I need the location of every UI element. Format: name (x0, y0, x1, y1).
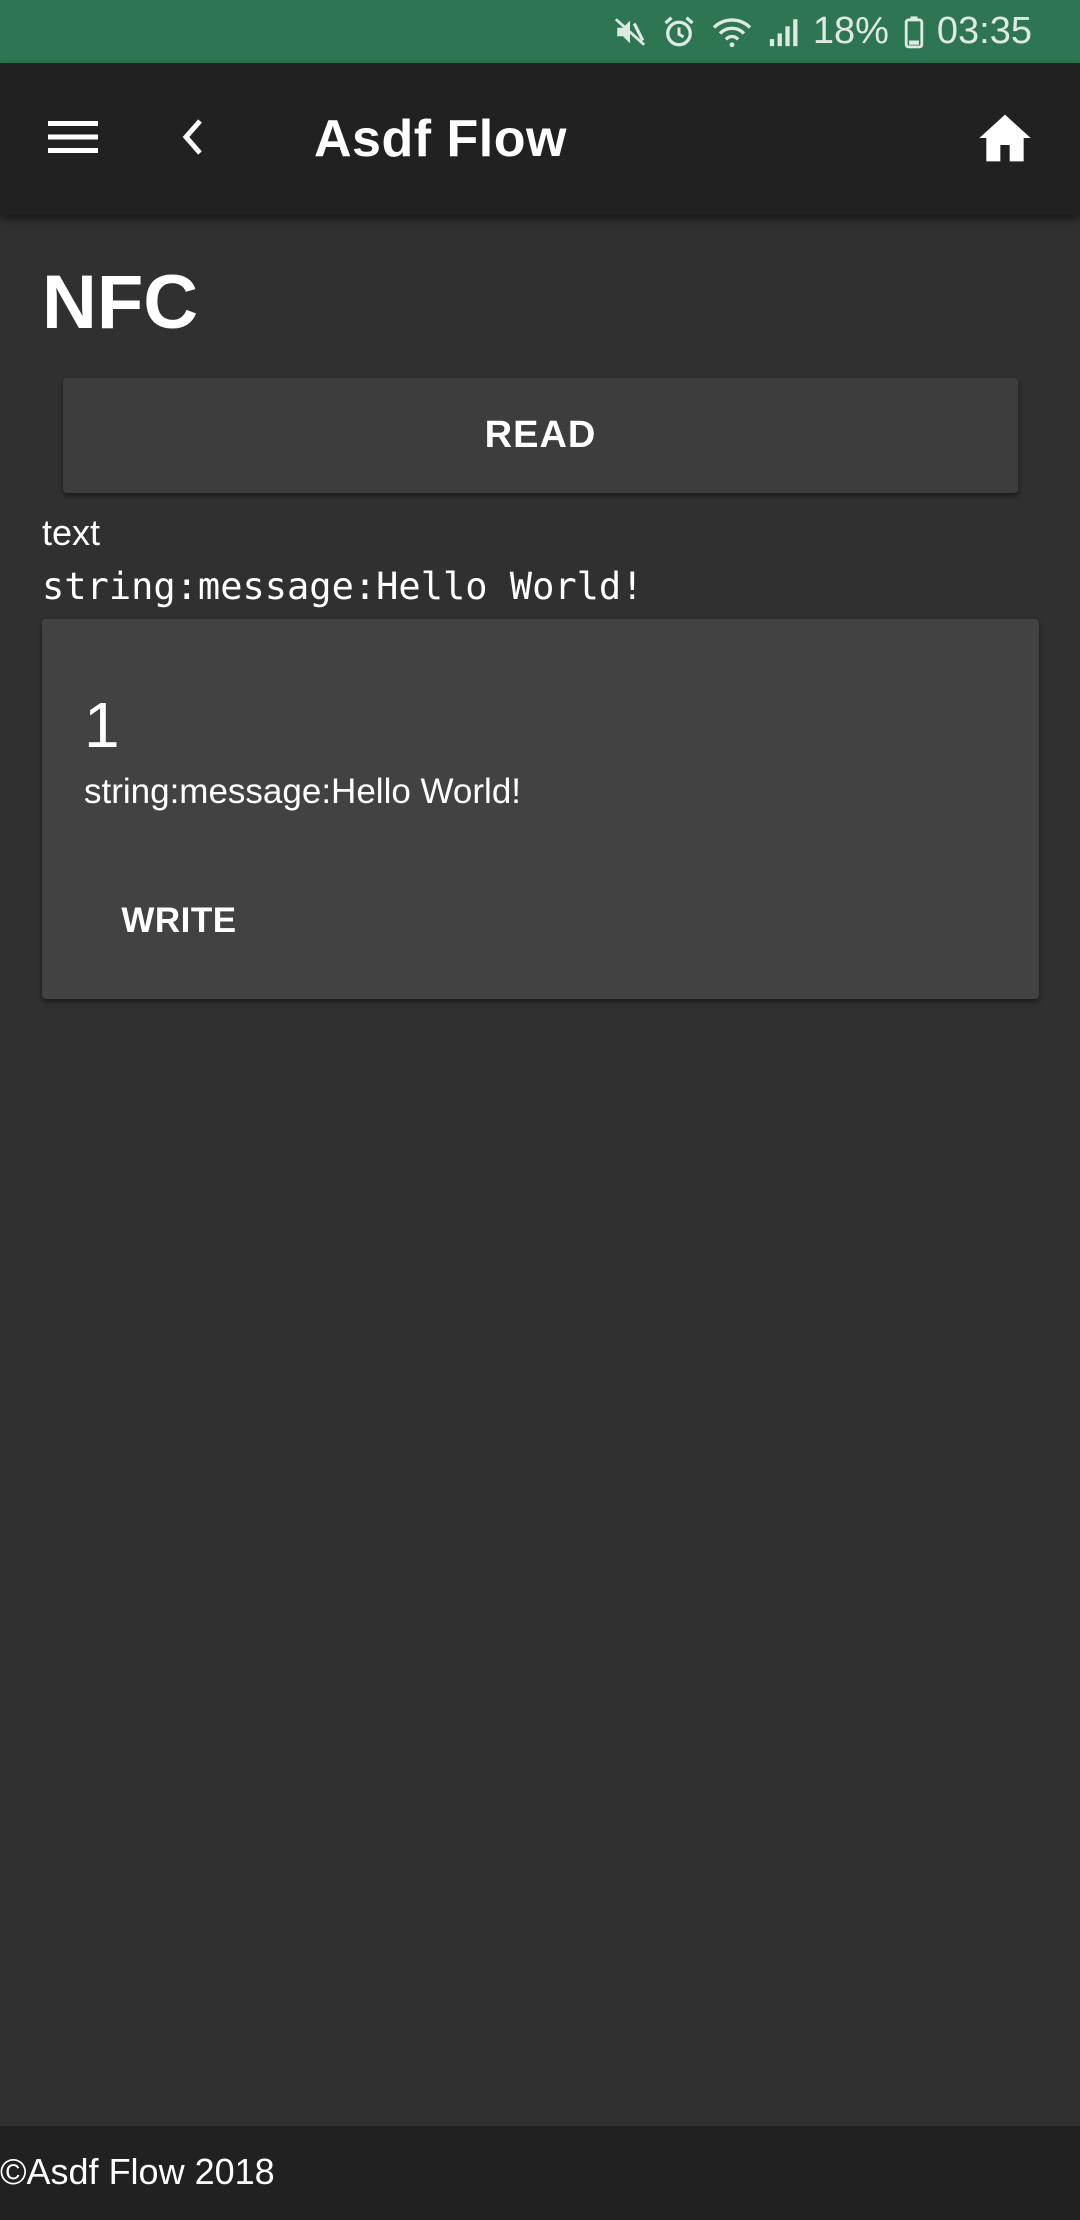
battery-percent: 18% (812, 10, 889, 52)
home-icon (977, 112, 1033, 169)
record-type-label: text (42, 512, 101, 553)
write-button[interactable]: WRITE (84, 883, 274, 959)
page-title: NFC (42, 260, 199, 345)
menu-button[interactable] (36, 107, 110, 171)
wifi-icon (711, 14, 753, 50)
record-card: 1 string:message:Hello World! WRITE (42, 619, 1039, 999)
mute-icon (613, 15, 647, 49)
app-bar: Asdf Flow (0, 63, 1080, 215)
clock: 03:35 (936, 10, 1032, 52)
alarm-icon (661, 14, 697, 50)
battery-icon (903, 15, 925, 49)
signal-icon (767, 15, 801, 49)
back-button[interactable] (160, 107, 224, 171)
status-bar: 18% 03:35 (0, 0, 1080, 63)
record-payload-text: string:message:Hello World! (42, 565, 644, 608)
chevron-left-icon (178, 117, 206, 162)
card-number: 1 (84, 689, 120, 761)
footer: ©Asdf Flow 2018 (0, 2126, 1080, 2220)
footer-copyright: ©Asdf Flow 2018 (0, 2151, 275, 2192)
home-button[interactable] (970, 105, 1040, 175)
app-title: Asdf Flow (314, 110, 567, 168)
card-subtitle: string:message:Hello World! (84, 772, 522, 811)
hamburger-menu-icon (48, 119, 98, 160)
read-button[interactable]: READ (63, 378, 1018, 493)
